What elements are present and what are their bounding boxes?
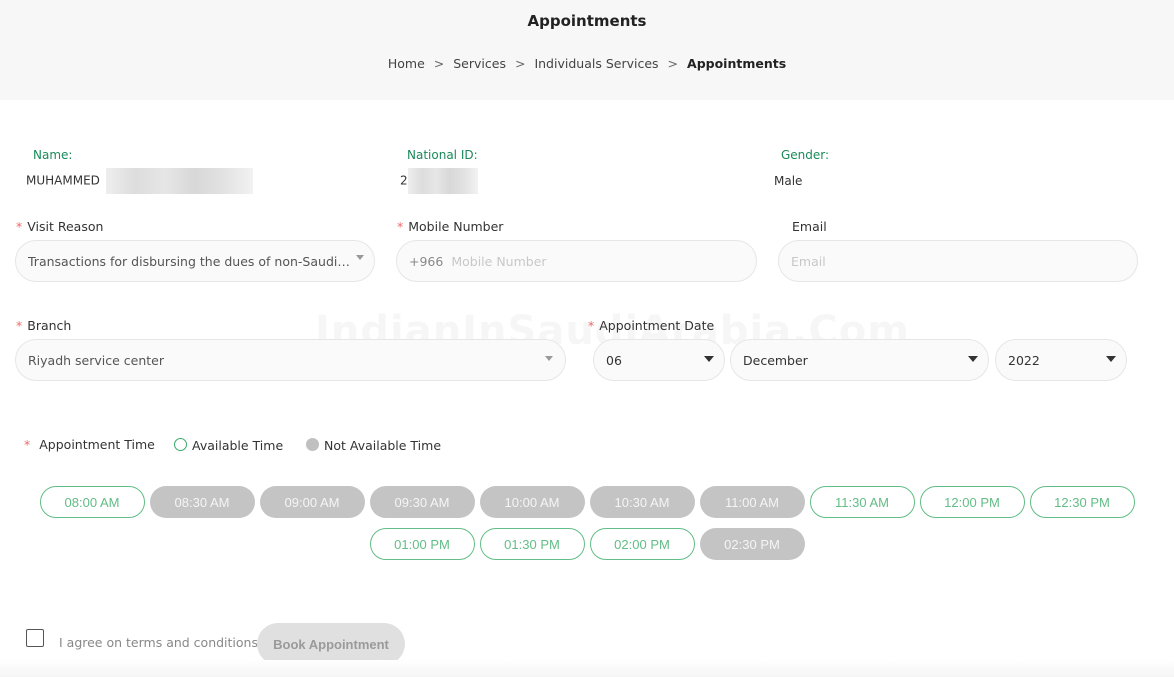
national-id-text: 2 [400, 173, 408, 188]
available-circle-icon [174, 438, 187, 451]
time-slot-available[interactable]: 01:00 PM [369, 528, 475, 560]
time-slot-unavailable: 10:00 AM [479, 486, 585, 518]
book-appointment-button[interactable]: Book Appointment [257, 623, 405, 665]
chevron-down-icon [968, 356, 978, 362]
country-code-prefix: +966 [409, 253, 444, 269]
legend-available-text: Available Time [192, 438, 284, 453]
page-header: Appointments Home > Services > Individuals S… [0, 0, 1174, 100]
year-select[interactable]: 2022 [995, 339, 1127, 381]
branch-label-text: Branch [27, 318, 72, 333]
time-slot-available[interactable]: 11:30 AM [809, 486, 915, 518]
breadcrumb-individuals-services[interactable]: Individuals Services [534, 56, 658, 71]
breadcrumb-current: Appointments [687, 56, 787, 71]
breadcrumb-services[interactable]: Services [453, 56, 506, 71]
required-marker: * [588, 318, 595, 333]
email-field[interactable]: Email [778, 240, 1138, 282]
required-marker: * [397, 219, 404, 234]
national-id-value: 2 [400, 168, 478, 194]
terms-label: I agree on terms and conditions [59, 635, 258, 650]
breadcrumb: Home > Services > Individuals Services > Appoi… [0, 56, 1174, 71]
page-title: Appointments [527, 12, 647, 30]
time-slot-unavailable: 08:30 AM [149, 486, 255, 518]
branch-value: Riyadh service center [28, 352, 165, 368]
chevron-down-icon [704, 356, 714, 362]
chevron-down-icon [356, 255, 364, 260]
time-slot-unavailable: 10:30 AM [589, 486, 695, 518]
email-label: Email [792, 219, 827, 234]
mobile-label-text: Mobile Number [408, 219, 504, 234]
time-slots-row-1: 08:00 AM 08:30 AM 09:00 AM 09:30 AM 10:00 AM… [0, 486, 1174, 518]
chevron-right-icon: > [433, 56, 445, 71]
name-text: MUHAMMED [26, 173, 100, 188]
visit-reason-label-text: Visit Reason [27, 219, 104, 234]
breadcrumb-home[interactable]: Home [388, 56, 425, 71]
time-slot-unavailable: 09:00 AM [259, 486, 365, 518]
gender-value: Male [774, 174, 803, 188]
chevron-right-icon: > [514, 56, 526, 71]
legend-unavailable-text: Not Available Time [324, 438, 442, 453]
mobile-field[interactable]: +966 Mobile Number [396, 240, 757, 282]
year-value: 2022 [1008, 352, 1040, 368]
chevron-down-icon [1106, 356, 1116, 362]
visit-reason-label: * Visit Reason [16, 219, 103, 234]
time-slot-unavailable: 11:00 AM [699, 486, 805, 518]
time-slot-available[interactable]: 02:00 PM [589, 528, 695, 560]
chevron-right-icon: > [667, 56, 679, 71]
footer-divider [0, 660, 1174, 677]
day-value: 06 [606, 352, 622, 368]
month-value: December [743, 352, 808, 368]
mobile-placeholder: Mobile Number [451, 253, 547, 269]
time-slot-available[interactable]: 01:30 PM [479, 528, 585, 560]
month-select[interactable]: December [730, 339, 989, 381]
time-slot-unavailable: 09:30 AM [369, 486, 475, 518]
time-slot-available[interactable]: 12:00 PM [919, 486, 1025, 518]
name-label: Name: [33, 148, 73, 162]
time-slot-available[interactable]: 12:30 PM [1029, 486, 1135, 518]
terms-checkbox[interactable] [26, 629, 44, 647]
redacted-block [407, 168, 478, 194]
name-value: MUHAMMED [26, 168, 253, 194]
branch-select[interactable]: Riyadh service center [15, 339, 566, 381]
unavailable-circle-icon [306, 438, 319, 451]
chevron-down-icon [545, 356, 553, 361]
time-slots-row-2: 01:00 PM 01:30 PM 02:00 PM 02:30 PM [0, 528, 1174, 560]
visit-reason-select[interactable]: Transactions for disbursing the dues of … [15, 240, 375, 282]
required-marker: * [24, 437, 31, 452]
appointment-time-label: * Appointment Time [24, 437, 155, 452]
day-select[interactable]: 06 [593, 339, 725, 381]
email-placeholder: Email [791, 253, 826, 269]
required-marker: * [16, 219, 23, 234]
legend-unavailable: Not Available Time [306, 438, 441, 453]
gender-label: Gender: [781, 148, 830, 162]
branch-label: * Branch [16, 318, 71, 333]
time-slot-unavailable: 02:30 PM [699, 528, 805, 560]
visit-reason-value: Transactions for disbursing the dues of … [28, 253, 353, 269]
mobile-label: * Mobile Number [397, 219, 503, 234]
time-slot-available[interactable]: 08:00 AM [39, 486, 145, 518]
redacted-block [105, 168, 253, 194]
appointment-time-label-text: Appointment Time [39, 437, 155, 452]
appointment-date-label: * Appointment Date [588, 318, 714, 333]
legend-available: Available Time [174, 438, 283, 453]
national-id-label: National ID: [407, 148, 478, 162]
required-marker: * [16, 318, 23, 333]
appointment-date-label-text: Appointment Date [599, 318, 715, 333]
